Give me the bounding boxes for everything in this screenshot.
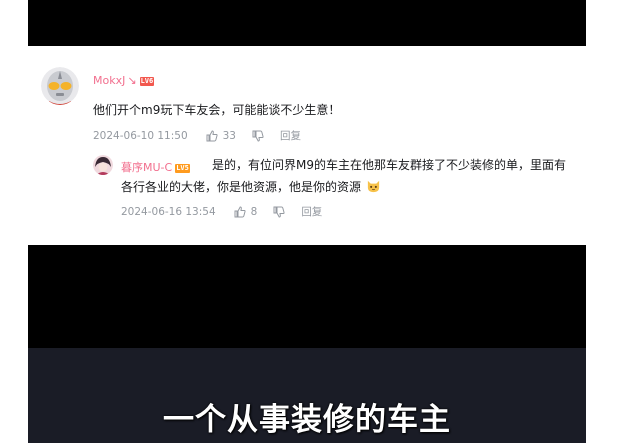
reply-date: 2024-06-16 13:54 [121, 205, 216, 218]
reply-text-line2-row: 各行各业的大佬，你是他资源，他是你的资源 [121, 176, 381, 199]
thumb-down-icon [252, 130, 264, 142]
level-badge: LV5 [175, 163, 190, 173]
girl-avatar-icon [93, 155, 113, 175]
level-badge: LV6 [139, 76, 155, 86]
slash-decoration-icon: ↘ [127, 74, 137, 87]
reply-username[interactable]: 暮序MU-C [121, 161, 172, 174]
video-frame-middle[interactable] [28, 245, 586, 348]
ultraman-avatar-icon [41, 67, 79, 105]
comment-username-row[interactable]: MokxJ ↘ LV6 [93, 74, 155, 87]
video-subtitle-area[interactable]: 一个从事装修的车主 [28, 348, 586, 443]
comment-meta: 2024-06-10 11:50 33 回复 [93, 128, 301, 143]
video-subtitle: 一个从事装修的车主 [163, 402, 451, 438]
reply-text-line2: 各行各业的大佬，你是他资源，他是你的资源 [121, 180, 362, 194]
reply-avatar[interactable] [93, 155, 113, 175]
like-count: 8 [250, 205, 258, 218]
thumb-down-icon [273, 206, 285, 218]
like-count: 33 [222, 129, 236, 142]
reply-meta: 2024-06-16 13:54 8 回复 [121, 204, 322, 219]
cat-face-emoji-icon [367, 180, 379, 193]
reply-username-row[interactable]: 暮序MU-C LV5 [121, 159, 190, 175]
video-frame-top[interactable] [28, 0, 586, 46]
comment-date: 2024-06-10 11:50 [93, 129, 188, 142]
like-button[interactable]: 8 [234, 205, 258, 218]
page: MokxJ ↘ LV6 他们开个m9玩下车友会，可能能谈不少生意！ 2024-06-… [0, 0, 617, 443]
reply-text-line1: 是的，有位问界M9的车主在他那车友群接了不少装修的单，里面有 [212, 158, 566, 172]
reply-button[interactable]: 回复 [301, 204, 322, 219]
reply-button[interactable]: 回复 [280, 128, 301, 143]
dislike-button[interactable] [252, 130, 264, 142]
avatar[interactable] [41, 67, 79, 105]
dislike-button[interactable] [273, 206, 285, 218]
thumb-up-icon [206, 129, 218, 141]
like-button[interactable]: 33 [206, 130, 236, 142]
comment-username[interactable]: MokxJ [93, 74, 125, 87]
thumb-up-icon [234, 205, 246, 217]
comment-text: 他们开个m9玩下车友会，可能能谈不少生意！ [93, 103, 341, 117]
comment-card: MokxJ ↘ LV6 他们开个m9玩下车友会，可能能谈不少生意！ 2024-06-… [28, 52, 586, 240]
